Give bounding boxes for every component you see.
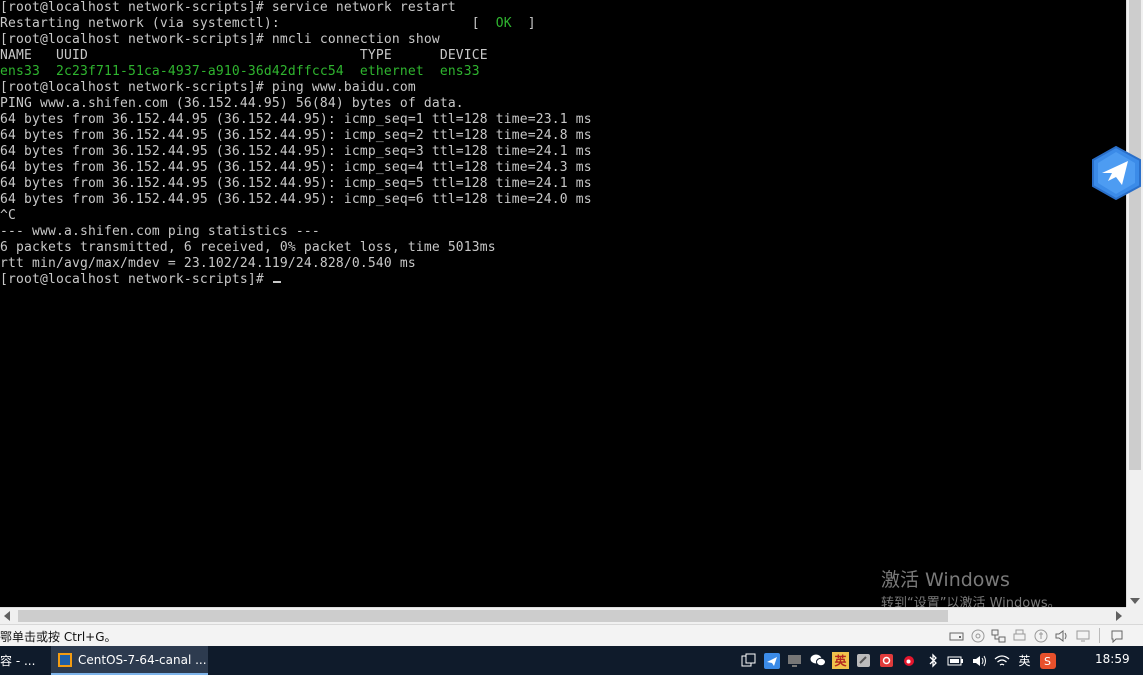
tray-monitor-icon[interactable]: [786, 652, 803, 669]
terminal-screen[interactable]: [root@localhost network-scripts]# servic…: [0, 0, 1126, 607]
terminal-line: [root@localhost network-scripts]#: [0, 272, 281, 288]
usb-icon[interactable]: [1032, 628, 1049, 643]
taskbar-item-centos-vm[interactable]: CentOS-7-64-canal ...: [51, 646, 208, 675]
terminal-line: rtt min/avg/max/mdev = 23.102/24.119/24.…: [0, 256, 416, 271]
terminal-line: 64 bytes from 36.152.44.95 (36.152.44.95…: [0, 128, 592, 143]
printer-icon[interactable]: [1011, 628, 1028, 643]
tray-bird-icon[interactable]: [763, 652, 780, 669]
terminal-line: 64 bytes from 36.152.44.95 (36.152.44.95…: [0, 160, 592, 175]
terminal-line: 64 bytes from 36.152.44.95 (36.152.44.95…: [0, 112, 592, 127]
terminal-line: ens33 2c23f711-51ca-4937-a910-36d42dffcc…: [0, 64, 480, 80]
terminal-line: [root@localhost network-scripts]# ping w…: [0, 80, 416, 95]
terminal-line: 64 bytes from 36.152.44.95 (36.152.44.95…: [0, 176, 592, 191]
message-log-icon[interactable]: [1108, 628, 1125, 643]
tray-red-app-icon[interactable]: [878, 652, 895, 669]
windows-taskbar: 容 - ... CentOS-7-64-canal ... 英 英 S 18:5…: [0, 646, 1143, 675]
status-ok-text: OK: [495, 16, 512, 31]
scroll-down-arrow-icon[interactable]: [1130, 598, 1140, 604]
taskbar-item-previous[interactable]: 容 - ...: [0, 646, 46, 675]
volume-icon[interactable]: [970, 652, 987, 669]
display-icon[interactable]: [1074, 628, 1091, 643]
terminal-line: 64 bytes from 36.152.44.95 (36.152.44.95…: [0, 192, 592, 207]
terminal-line: [root@localhost network-scripts]# servic…: [0, 0, 456, 15]
network-adapter-icon[interactable]: [990, 628, 1007, 643]
terminal-line: PING www.a.shifen.com (36.152.44.95) 56(…: [0, 96, 464, 111]
terminal-line: ^C: [0, 208, 16, 223]
taskbar-item-centos-vm-label: CentOS-7-64-canal ...: [78, 652, 207, 667]
weibo-icon[interactable]: [901, 652, 918, 669]
status-hint: 鄂单击或按 Ctrl+G。: [0, 630, 117, 644]
hard-disk-icon[interactable]: [948, 628, 965, 643]
terminal-cursor: [272, 281, 281, 283]
terminal-line: Restarting network (via systemctl): [ OK…: [0, 16, 536, 31]
scroll-right-arrow-icon[interactable]: [1116, 611, 1122, 621]
svg-text:S: S: [1044, 655, 1051, 668]
scroll-left-arrow-icon[interactable]: [4, 611, 10, 621]
tray-app-icon[interactable]: [855, 652, 872, 669]
taskbar-clock[interactable]: 18:59: [1095, 652, 1130, 666]
vmware-icon: [58, 652, 72, 667]
ime-english-icon[interactable]: 英: [832, 652, 849, 669]
cd-dvd-icon[interactable]: [969, 628, 986, 643]
bird-icon[interactable]: [1090, 145, 1143, 201]
tray-window-icon[interactable]: [740, 652, 757, 669]
bluetooth-icon[interactable]: [924, 652, 941, 669]
input-language-indicator[interactable]: 英: [1016, 652, 1033, 669]
terminal-line: 6 packets transmitted, 6 received, 0% pa…: [0, 240, 496, 255]
horizontal-scrollbar[interactable]: [0, 607, 1126, 624]
taskbar-item-previous-label: 容 - ...: [0, 654, 36, 668]
terminal-highlight-text: ens33 2c23f711-51ca-4937-a910-36d42dffcc…: [0, 64, 480, 79]
horizontal-scroll-thumb[interactable]: [18, 610, 948, 622]
terminal-line: --- www.a.shifen.com ping statistics ---: [0, 224, 320, 239]
system-tray: 英 英 S: [740, 646, 1056, 675]
wechat-icon[interactable]: [809, 652, 826, 669]
terminal-line: [root@localhost network-scripts]# nmcli …: [0, 32, 440, 47]
battery-icon[interactable]: [947, 652, 964, 669]
scrollbar-corner: [1126, 607, 1143, 624]
vertical-scroll-thumb[interactable]: [1129, 0, 1141, 470]
sogou-input-icon[interactable]: S: [1039, 652, 1056, 669]
wifi-icon[interactable]: [993, 652, 1010, 669]
vertical-scrollbar[interactable]: [1126, 0, 1143, 607]
activate-windows-title: 激活 Windows: [881, 569, 1010, 591]
vm-status-bar: 鄂单击或按 Ctrl+G。: [0, 624, 1143, 646]
terminal-line: 64 bytes from 36.152.44.95 (36.152.44.95…: [0, 144, 592, 159]
sound-card-icon[interactable]: [1053, 628, 1070, 643]
status-divider: [1099, 628, 1100, 643]
terminal-line: NAME UUID TYPE DEVICE: [0, 48, 488, 63]
